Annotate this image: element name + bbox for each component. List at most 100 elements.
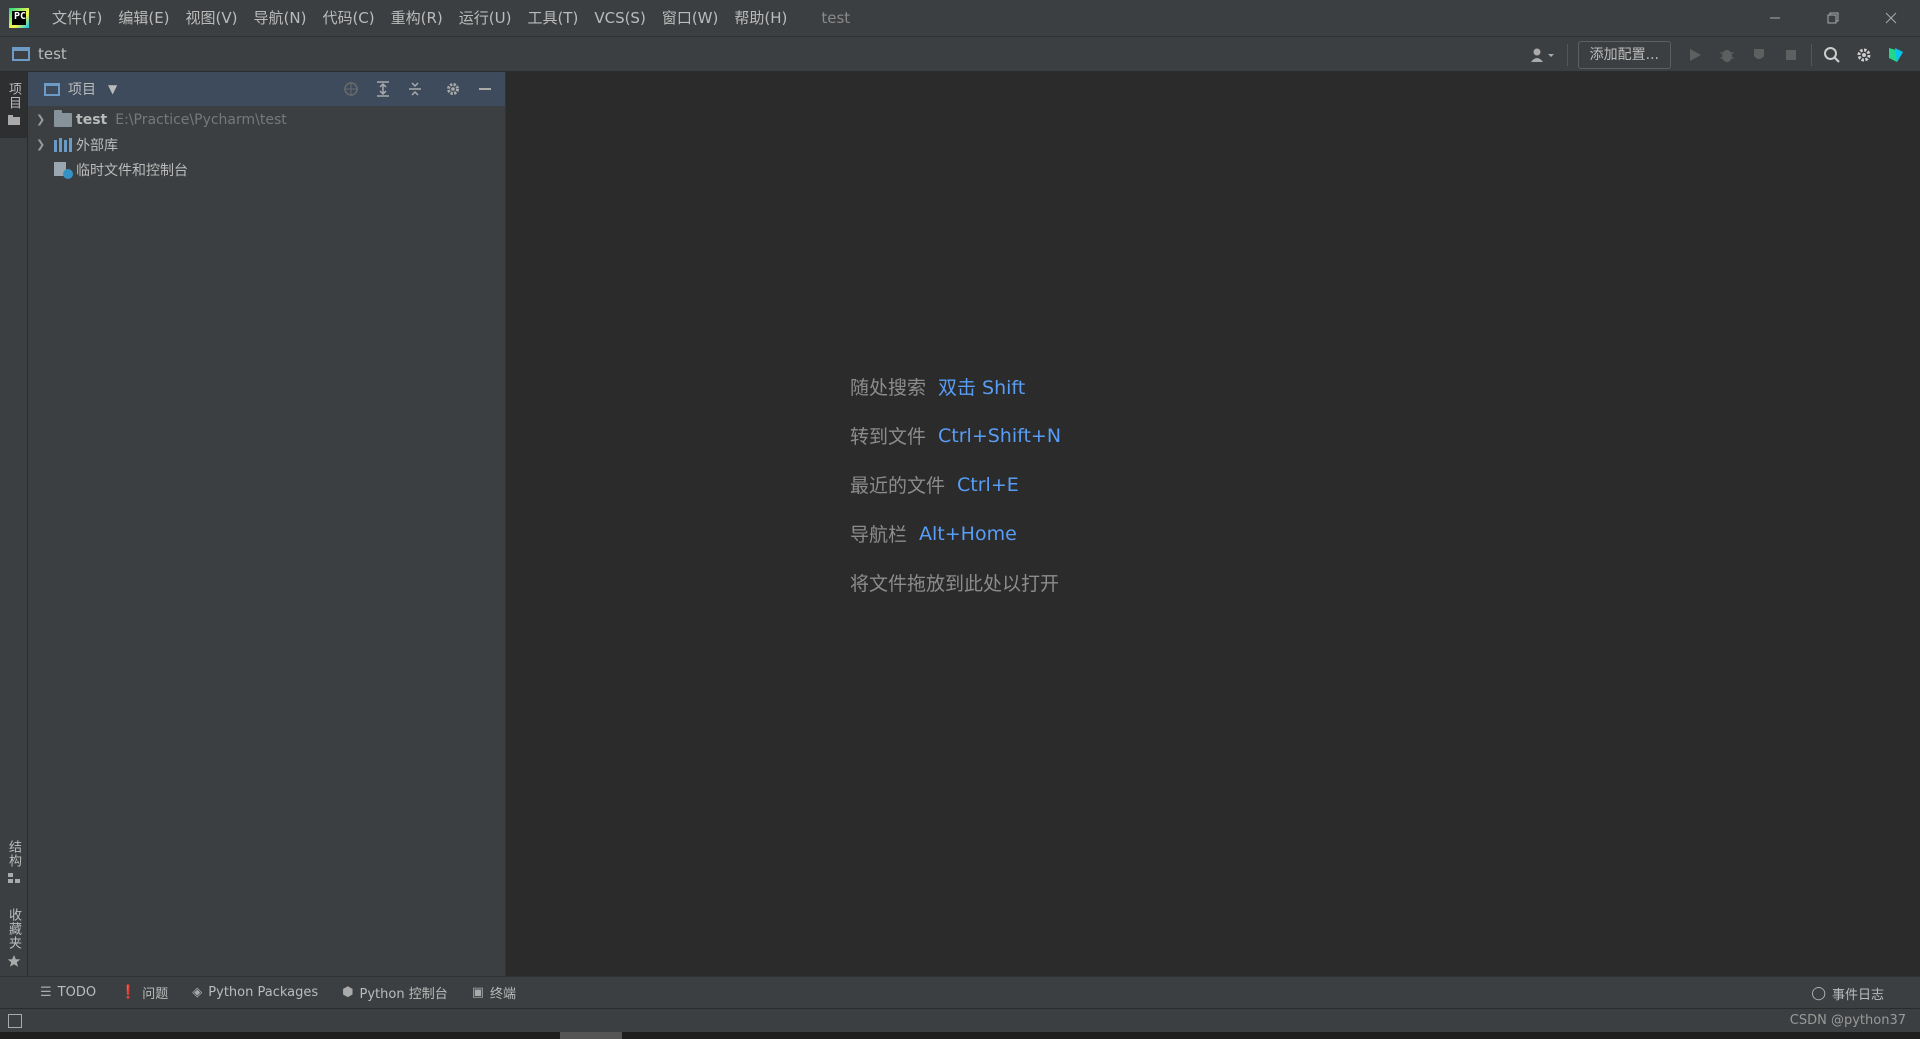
project-panel-title[interactable]: 项目 [68, 79, 96, 99]
bottom-tool-bar: ☰ TODO ❗ 问题 ◈ Python Packages ⬢ Python 控… [0, 976, 1920, 1008]
project-panel-actions [335, 72, 505, 106]
select-opened-file-button[interactable] [335, 72, 367, 106]
chevron-right-icon[interactable]: ❯ [36, 113, 50, 126]
menu-view[interactable]: 视图(V) [178, 0, 246, 36]
panel-options-button[interactable] [437, 72, 469, 106]
add-configuration-button[interactable]: 添加配置... [1577, 41, 1671, 69]
hint-shortcut: Alt+Home [919, 522, 1017, 545]
collapse-all-icon [409, 82, 421, 96]
crosshair-icon [344, 82, 358, 96]
project-view-icon [44, 82, 60, 96]
tab-python-console[interactable]: ⬢ Python 控制台 [342, 983, 448, 1002]
left-tool-stripe: 项目 结构 收藏夹 [0, 72, 28, 976]
tree-node-scratches[interactable]: 临时文件和控制台 [28, 157, 505, 182]
toolbar: 添加配置... [1523, 37, 1912, 73]
chevron-right-icon[interactable]: ❯ [36, 138, 50, 151]
warning-circle-icon: ❗ [120, 985, 137, 1000]
tab-label: TODO [57, 985, 97, 1000]
menu-navigate[interactable]: 导航(N) [246, 0, 315, 36]
hint-shortcut: Ctrl+E [957, 473, 1019, 496]
user-icon [1530, 48, 1554, 62]
project-folder-icon [12, 47, 30, 61]
status-bar: CSDN @python37 [0, 1008, 1920, 1032]
tab-label: Python 控制台 [359, 987, 448, 1002]
restore-button[interactable] [1804, 0, 1862, 36]
search-everywhere-button[interactable] [1816, 39, 1848, 71]
hint-goto-file: 转到文件 Ctrl+Shift+N [850, 411, 1061, 460]
tab-project[interactable]: 项目 [0, 72, 27, 138]
editor-hints: 随处搜索 双击 Shift 转到文件 Ctrl+Shift+N 最近的文件 Ct… [850, 362, 1061, 607]
tree-node-path: E:\Practice\Pycharm\test [115, 111, 287, 128]
restore-icon [1827, 12, 1839, 24]
tree-node-label: 临时文件和控制台 [76, 162, 188, 179]
tab-todo[interactable]: ☰ TODO [40, 985, 96, 1000]
tab-favorites[interactable]: 收藏夹 [0, 902, 27, 972]
minimize-button[interactable] [1746, 0, 1804, 36]
event-log-label: 事件日志 [1831, 987, 1884, 1003]
navigation-bar: test 添加配置... [0, 36, 1920, 72]
stop-button[interactable] [1775, 39, 1807, 71]
menu-run[interactable]: 运行(U) [451, 0, 520, 36]
folder-icon [7, 115, 20, 125]
jetbrains-toolbox-button[interactable] [1880, 39, 1912, 71]
tab-terminal[interactable]: ▣ 终端 [472, 983, 516, 1002]
tree-node-external-libraries[interactable]: ❯ 外部库 [28, 132, 505, 157]
run-button[interactable] [1679, 39, 1711, 71]
hint-label: 转到文件 [850, 426, 927, 448]
project-tree: ❯ test E:\Practice\Pycharm\test ❯ 外部库 临时… [28, 106, 505, 182]
watermark-text: CSDN @python37 [1789, 1013, 1906, 1028]
user-account-button[interactable] [1523, 39, 1563, 71]
chevron-down-icon[interactable]: ▼ [108, 82, 117, 96]
library-icon [54, 137, 72, 152]
toolbar-separator [1811, 44, 1812, 66]
terminal-icon: ▣ [471, 985, 484, 1000]
hint-label: 将文件拖放到此处以打开 [850, 573, 1060, 595]
debug-button[interactable] [1711, 39, 1743, 71]
hint-label: 导航栏 [850, 524, 908, 546]
menu-bar: PC 文件(F) 编辑(E) 视图(V) 导航(N) 代码(C) 重构(R) 运… [0, 0, 1920, 36]
expand-all-button[interactable] [367, 72, 399, 106]
toggle-tool-windows-icon[interactable] [8, 1014, 22, 1028]
breadcrumb-project[interactable]: test [38, 45, 67, 63]
menu-tools[interactable]: 工具(T) [519, 0, 586, 36]
toolbar-separator [1566, 44, 1568, 66]
hint-search-everywhere: 随处搜索 双击 Shift [850, 362, 1061, 411]
editor-empty-area[interactable]: 随处搜索 双击 Shift 转到文件 Ctrl+Shift+N 最近的文件 Ct… [507, 72, 1920, 976]
hint-label: 最近的文件 [850, 475, 946, 497]
tab-problems[interactable]: ❗ 问题 [120, 983, 168, 1002]
menu-code[interactable]: 代码(C) [314, 0, 382, 36]
horizontal-scrollbar-thumb[interactable] [560, 1032, 622, 1039]
chat-bubble-icon: ◯ [1811, 985, 1826, 1001]
gear-icon [1857, 48, 1871, 62]
menu-refactor[interactable]: 重构(R) [383, 0, 451, 36]
settings-button[interactable] [1848, 39, 1880, 71]
menu-vcs[interactable]: VCS(S) [586, 0, 653, 36]
menu-file[interactable]: 文件(F) [44, 0, 110, 36]
menu-window[interactable]: 窗口(W) [654, 0, 727, 36]
close-button[interactable] [1862, 0, 1920, 36]
menu-edit[interactable]: 编辑(E) [110, 0, 177, 36]
tree-node-label: test [76, 111, 108, 128]
hint-drop-files: 将文件拖放到此处以打开 [850, 558, 1061, 607]
coverage-button[interactable] [1743, 39, 1775, 71]
tab-python-packages[interactable]: ◈ Python Packages [192, 985, 318, 1000]
project-panel-header: 项目 ▼ [28, 72, 505, 106]
pycharm-window: PC 文件(F) 编辑(E) 视图(V) 导航(N) 代码(C) 重构(R) 运… [0, 0, 1920, 1039]
scratch-file-icon [54, 161, 73, 179]
pycharm-logo-icon: PC [9, 8, 29, 28]
menu-help[interactable]: 帮助(H) [726, 0, 795, 36]
minimize-icon [479, 88, 491, 90]
hide-panel-button[interactable] [469, 72, 501, 106]
tree-node-project-root[interactable]: ❯ test E:\Practice\Pycharm\test [28, 107, 505, 132]
tab-structure[interactable]: 结构 [0, 834, 27, 898]
stop-icon [1786, 50, 1796, 60]
expand-all-icon [377, 81, 389, 97]
tab-label: Python Packages [208, 985, 319, 1000]
window-title: test [821, 9, 851, 27]
collapse-all-button[interactable] [399, 72, 431, 106]
tree-node-label: 外部库 [76, 137, 118, 154]
hint-shortcut: Ctrl+Shift+N [938, 424, 1062, 447]
event-log-button[interactable]: ◯ 事件日志 [1811, 977, 1884, 1009]
gear-icon [447, 83, 459, 95]
coverage-icon [1754, 49, 1764, 59]
